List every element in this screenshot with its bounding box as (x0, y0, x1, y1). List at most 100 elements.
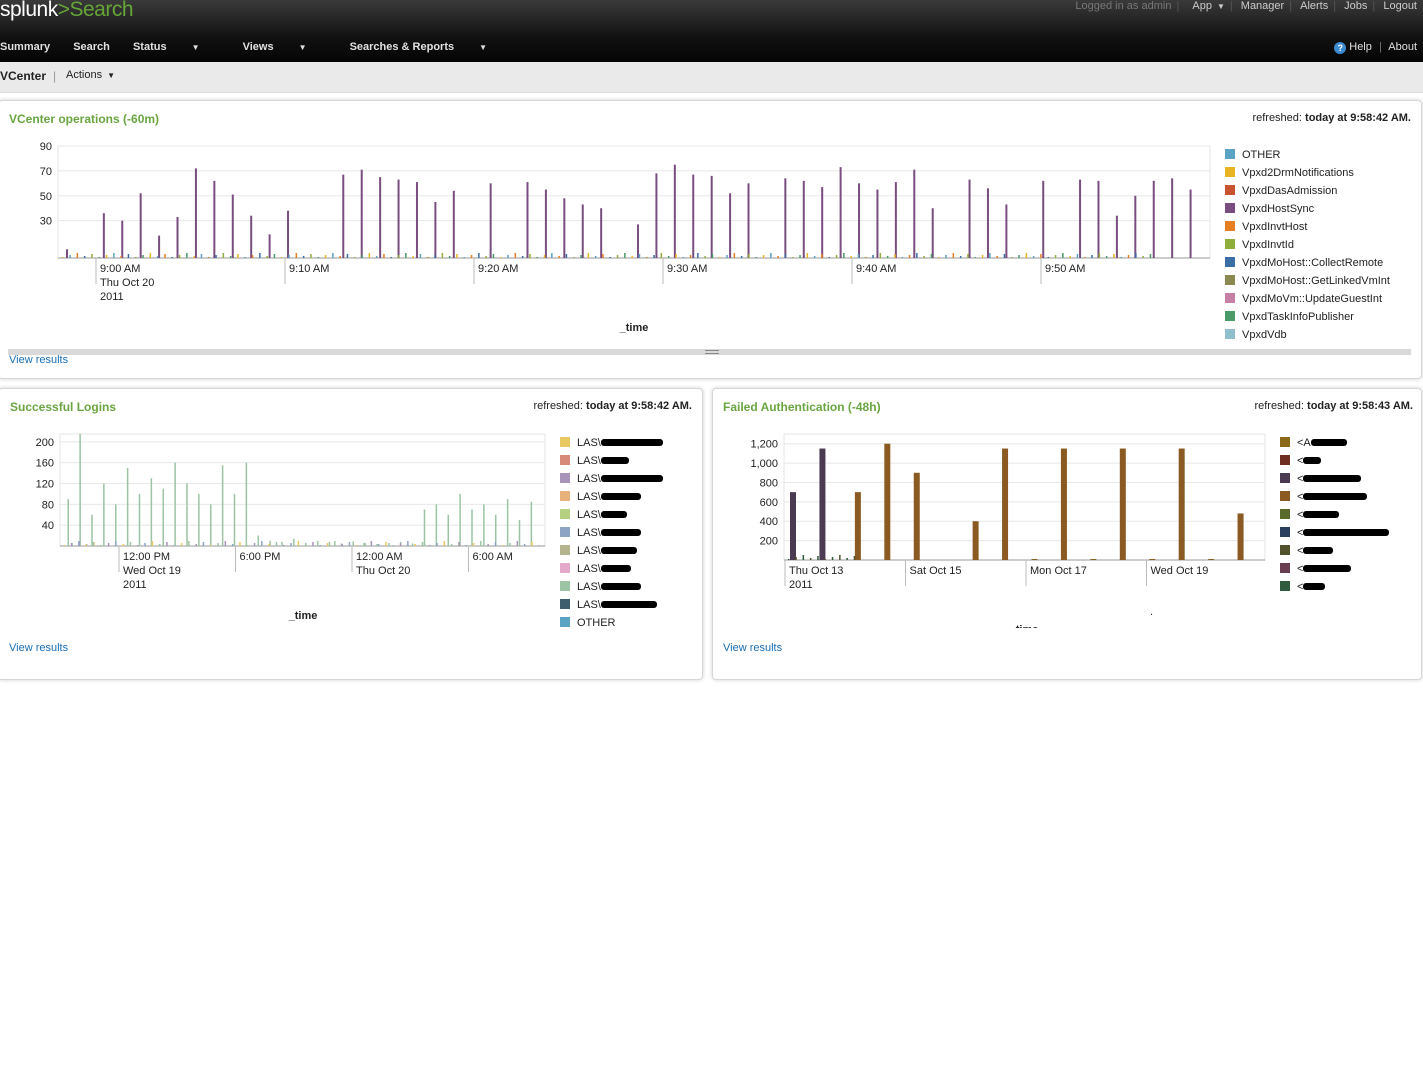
bar (412, 256, 414, 258)
actions-menu[interactable]: Actions ▼ (66, 69, 115, 81)
legend-item[interactable]: Vpxd2DrmNotifications (1225, 164, 1390, 182)
legend-item[interactable]: < (1280, 560, 1389, 578)
y-tick-label: 600 (760, 497, 778, 509)
legend-item[interactable]: < (1280, 542, 1389, 560)
y-tick-label: 70 (40, 166, 52, 178)
legend-item[interactable]: LAS\ (560, 470, 663, 488)
legend-item[interactable]: VpxdMoHost::CollectRemote (1225, 254, 1390, 272)
nav-summary[interactable]: Summary (0, 41, 50, 53)
legend-item[interactable]: LAS\ (560, 578, 663, 596)
panel-resize-handle[interactable] (8, 349, 1411, 355)
grip-icon (705, 350, 719, 354)
legend-item[interactable]: VpxdVdb (1225, 326, 1390, 344)
legend-item[interactable]: <A (1280, 434, 1389, 452)
bar (886, 256, 889, 258)
bar (397, 179, 400, 258)
legend-item[interactable]: LAS\ (560, 488, 663, 506)
legend-item[interactable]: LAS\ (560, 524, 663, 542)
bar (149, 253, 152, 258)
legend-item[interactable]: < (1280, 488, 1389, 506)
bar (83, 256, 86, 258)
legend-item[interactable]: LAS\ (560, 506, 663, 524)
x-tick-label: Mon Oct 17 (1030, 565, 1087, 577)
refreshed-status: refreshed: today at 9:58:42 AM. (533, 400, 692, 412)
bar (514, 253, 517, 258)
app-menu[interactable]: App ▼ (1187, 0, 1225, 12)
legend-item[interactable]: VpxdDasAdmission (1225, 182, 1390, 200)
bar (76, 253, 79, 258)
bar (854, 492, 861, 560)
bar (375, 256, 378, 258)
bar (894, 254, 896, 258)
help-icon: ? (1334, 42, 1347, 54)
bar (974, 257, 976, 258)
bar (405, 253, 407, 258)
bar (100, 545, 102, 546)
chevron-down-icon: ▼ (479, 43, 488, 52)
bar (872, 255, 874, 258)
about-link[interactable]: About (1388, 41, 1417, 53)
legend-item[interactable]: VpxdInvtHost (1225, 218, 1390, 236)
bar (530, 501, 533, 546)
splunk-logo[interactable]: splunk>Search (0, 0, 134, 22)
legend-item[interactable]: VpxdHostSync (1225, 200, 1390, 218)
nav-views[interactable]: Views ▼ (243, 41, 327, 53)
nav-status[interactable]: Status ▼ (133, 41, 220, 53)
view-results-link[interactable]: View results (9, 354, 68, 366)
legend-item[interactable]: LAS\ (560, 596, 663, 614)
legend-item[interactable]: LAS\ (560, 434, 663, 452)
legend-item[interactable]: VpxdMoVm::UpdateGuestInt (1225, 290, 1390, 308)
refreshed-status: refreshed: today at 9:58:42 AM. (1252, 112, 1411, 124)
vcenter-operations-chart: 90 70 50 30 9:00 AM Thu Oct 20 2011 9:10 AM 9:20… (40, 141, 1211, 334)
manager-link[interactable]: Manager (1241, 0, 1284, 12)
legend-item[interactable]: < (1280, 506, 1389, 524)
refreshed-status: refreshed: today at 9:58:43 AM. (1254, 400, 1413, 412)
view-results-link[interactable]: View results (9, 642, 68, 654)
bar (379, 177, 382, 258)
legend-item[interactable]: VpxdInvtId (1225, 236, 1390, 254)
legend-item[interactable]: LAS\ (560, 560, 663, 578)
x-tick-label: 9:40 AM (856, 263, 896, 275)
bar (1127, 255, 1130, 258)
bar (839, 167, 842, 258)
bar (945, 255, 947, 258)
legend-item[interactable]: VpxdTaskInfoPublisher (1225, 308, 1390, 326)
legend-item[interactable]: < (1280, 524, 1390, 542)
legend-item[interactable]: LAS\ (560, 542, 663, 560)
jobs-link[interactable]: Jobs (1344, 0, 1367, 12)
stray-mark: . (1150, 606, 1154, 618)
bar (388, 542, 390, 546)
bar (748, 254, 750, 258)
bar (543, 255, 546, 258)
bar (193, 256, 195, 258)
redaction-mark (600, 565, 631, 572)
bar (397, 255, 400, 258)
legend-item[interactable]: VpxdMoHost::GetLinkedVmInt (1225, 272, 1390, 290)
bar (952, 253, 955, 258)
legend-item[interactable]: OTHER (560, 614, 663, 632)
legend-item[interactable]: LAS\ (560, 452, 663, 470)
redaction-mark (1303, 565, 1352, 572)
bar (129, 542, 132, 546)
bar (1113, 254, 1115, 258)
bar (158, 544, 161, 546)
y-tick-label: 200 (760, 536, 778, 548)
view-results-link[interactable]: View results (723, 642, 782, 654)
nav-search[interactable]: Search (73, 41, 110, 53)
legend-item[interactable]: OTHER (1225, 146, 1390, 164)
panel-title: Failed Authentication (-48h) (723, 400, 881, 414)
bar (317, 257, 319, 258)
legend-swatch (1225, 239, 1235, 249)
bar (529, 254, 531, 258)
bar (452, 190, 455, 258)
logout-link[interactable]: Logout (1383, 0, 1417, 12)
nav-searches-reports[interactable]: Searches & Reports ▼ (350, 41, 507, 53)
legend-item[interactable]: < (1280, 452, 1389, 470)
legend-item[interactable]: < (1280, 470, 1389, 488)
legend-swatch (1225, 167, 1235, 177)
legend-item[interactable]: < (1280, 578, 1389, 596)
redaction-mark (1303, 511, 1340, 518)
help-link[interactable]: ? Help (1334, 41, 1372, 54)
bar (115, 541, 117, 546)
alerts-link[interactable]: Alerts (1300, 0, 1328, 12)
